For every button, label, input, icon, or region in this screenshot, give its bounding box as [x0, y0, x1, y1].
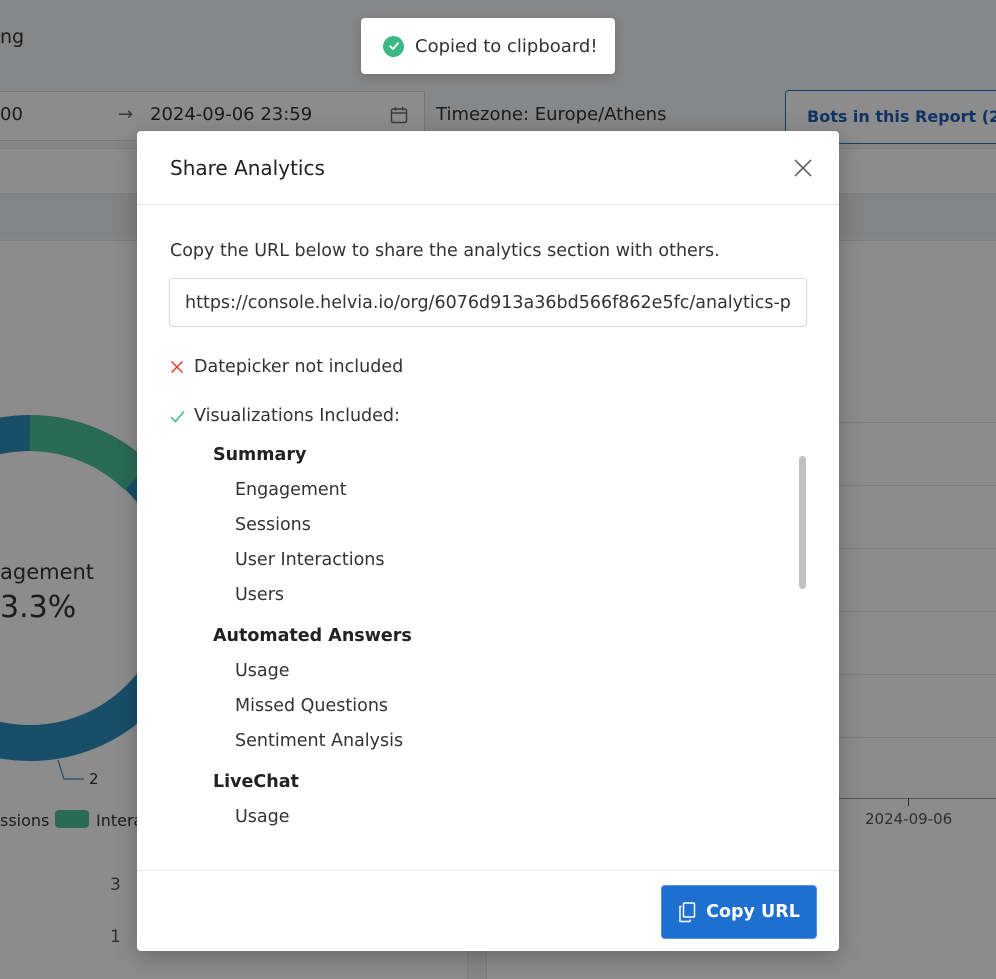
list-item: Missed Questions — [235, 696, 389, 716]
modal-title: Share Analytics — [170, 156, 325, 180]
list-item: Engagement — [235, 480, 347, 500]
copy-url-label: Copy URL — [706, 902, 800, 922]
share-description: Copy the URL below to share the analytic… — [170, 241, 720, 261]
check-icon — [170, 410, 186, 423]
list-item: Sessions — [235, 515, 311, 535]
modal-footer: Copy URL — [137, 870, 839, 951]
group-title-summary: Summary — [213, 445, 307, 465]
cross-icon — [170, 360, 186, 374]
list-item: Usage — [235, 807, 290, 827]
visualizations-status-label: Visualizations Included: — [194, 406, 400, 426]
list-item: Usage — [235, 661, 290, 681]
list-item: User Interactions — [235, 550, 385, 570]
toast-message: Copied to clipboard! — [415, 35, 598, 57]
visualizations-status: Visualizations Included: — [170, 406, 400, 426]
datepicker-status-label: Datepicker not included — [194, 357, 404, 377]
copied-toast: Copied to clipboard! — [361, 18, 615, 74]
copy-icon — [678, 901, 696, 923]
share-url-input[interactable] — [169, 278, 807, 327]
copy-url-button[interactable]: Copy URL — [661, 885, 817, 939]
group-title-automated-answers: Automated Answers — [213, 626, 412, 646]
list-scrollbar[interactable] — [799, 456, 806, 589]
share-analytics-modal: Share Analytics Copy the URL below to sh… — [137, 131, 839, 951]
close-icon[interactable] — [791, 156, 815, 180]
list-item: Sentiment Analysis — [235, 731, 404, 751]
modal-header: Share Analytics — [137, 131, 839, 205]
list-item: Users — [235, 585, 285, 605]
check-circle-icon — [383, 35, 404, 57]
group-title-livechat: LiveChat — [213, 772, 299, 792]
datepicker-status: Datepicker not included — [170, 357, 403, 377]
visualizations-list[interactable]: Summary Engagement Sessions User Interac… — [137, 443, 839, 861]
